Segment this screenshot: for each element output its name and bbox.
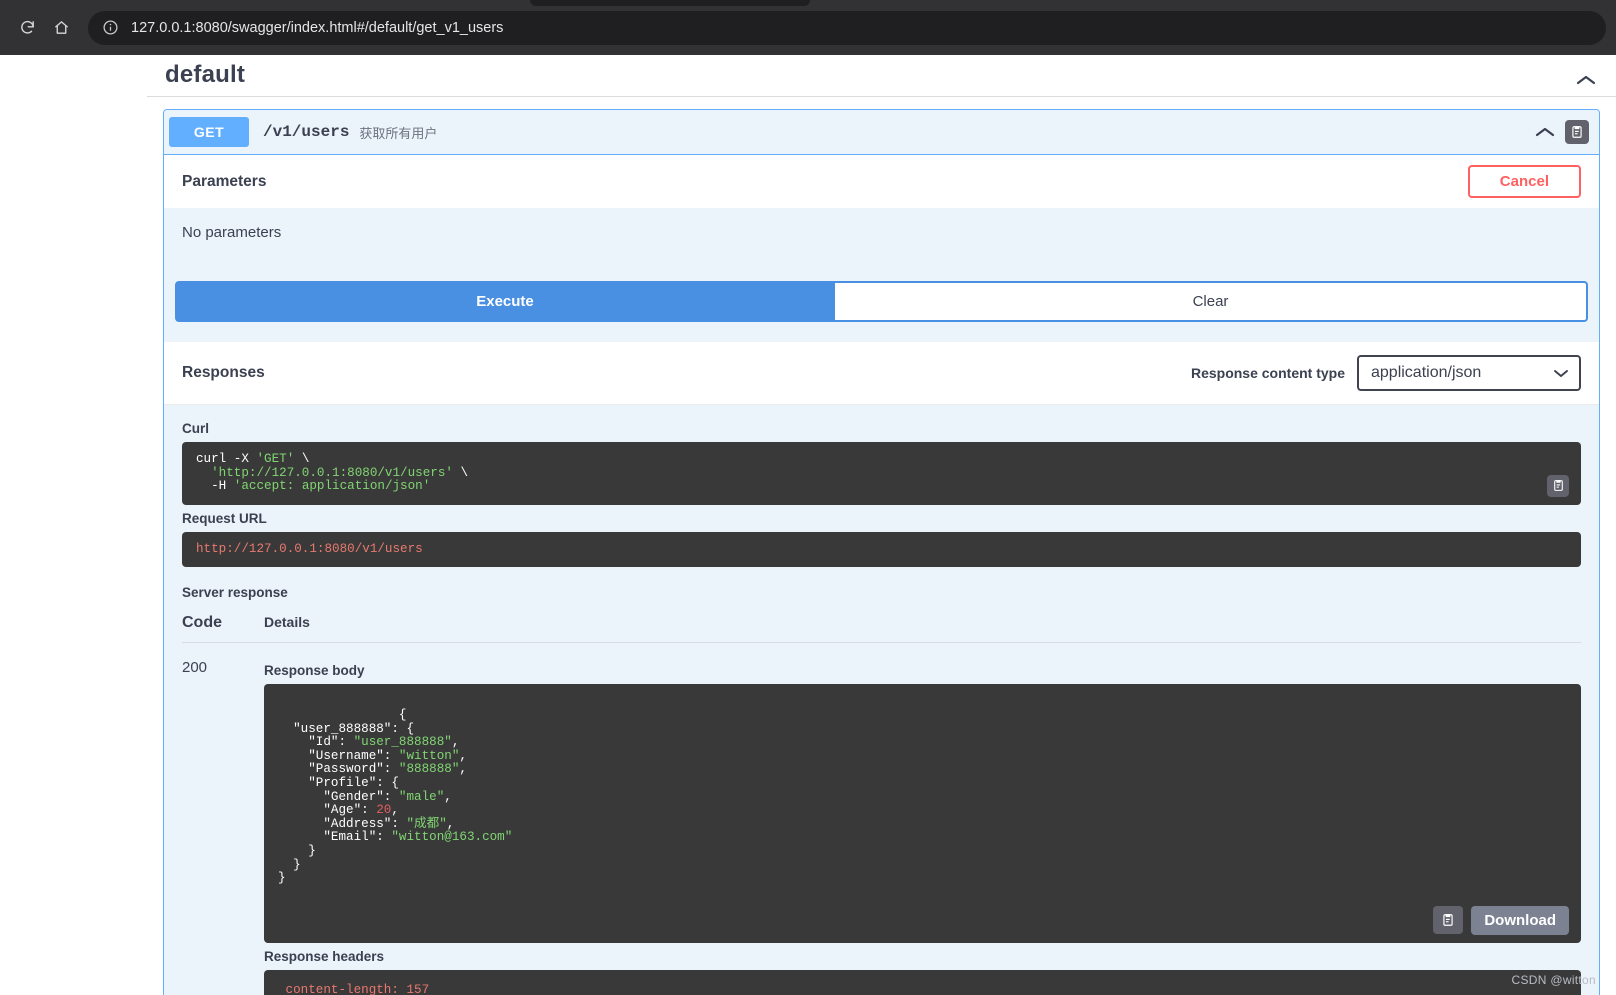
response-content-type-select[interactable]: application/json <box>1357 355 1581 391</box>
content-type-wrapper: Response content type application/json <box>1191 355 1581 391</box>
tag-header[interactable]: default <box>147 55 1616 97</box>
operation-summary[interactable]: GET /v1/users 获取所有用户 <box>164 110 1599 155</box>
chevron-up-icon[interactable] <box>1533 123 1557 141</box>
curl-line-2-string: 'http://127.0.0.1:8080/v1/users' <box>196 465 453 480</box>
swagger-ui: default GET /v1/users 获取所有用户 Parameters … <box>147 55 1616 995</box>
request-url-block: http://127.0.0.1:8080/v1/users <box>182 531 1581 568</box>
request-url-label: Request URL <box>182 510 267 526</box>
reload-icon[interactable] <box>10 11 44 45</box>
watermark: CSDN @witton <box>1511 973 1596 987</box>
column-header-code: Code <box>182 614 222 632</box>
download-button[interactable]: Download <box>1471 905 1569 935</box>
cancel-button[interactable]: Cancel <box>1467 165 1581 198</box>
response-code: 200 <box>182 659 208 677</box>
copy-to-clipboard-icon[interactable] <box>1565 120 1589 144</box>
clear-button[interactable]: Clear <box>835 281 1588 322</box>
page-canvas: default GET /v1/users 获取所有用户 Parameters … <box>0 55 1616 995</box>
response-body-label: Response body <box>264 663 365 679</box>
curl-line-1-string: 'GET' <box>256 452 295 466</box>
parameters-zone: No parameters <box>164 208 1599 281</box>
response-body-json: { "user_888888": { "Id": "user_888888", … <box>278 707 513 886</box>
curl-line-1-tail: \ <box>294 452 310 466</box>
responses-body-zone: Curl curl -X 'GET' \ 'http://127.0.0.1:8… <box>164 405 1599 995</box>
table-row: 200 Response body { "user_888888": { "Id… <box>182 643 1581 995</box>
responses-title: Responses <box>182 364 265 381</box>
operation-body: Parameters Cancel No parameters Execute … <box>164 155 1599 995</box>
response-headers-block: content-length: 157 content-type: applic… <box>264 969 1581 995</box>
execute-row: Execute Clear <box>164 281 1599 342</box>
curl-line-3-string: 'accept: application/json' <box>233 479 431 494</box>
operation-description: 获取所有用户 <box>359 125 438 141</box>
response-body-actions: Download <box>1433 905 1569 935</box>
response-table-header: Code Details <box>182 600 1581 644</box>
info-circle-icon[interactable] <box>102 19 119 36</box>
curl-label: Curl <box>182 421 209 436</box>
page-title: default <box>165 61 246 88</box>
response-details: Response body { "user_888888": { "Id": "… <box>264 657 1581 995</box>
operation-block-get-v1-users: GET /v1/users 获取所有用户 Parameters Cancel N… <box>163 109 1600 995</box>
chevron-down-icon <box>1553 368 1569 378</box>
home-icon[interactable] <box>44 11 78 45</box>
url-text: 127.0.0.1:8080/swagger/index.html#/defau… <box>131 19 504 36</box>
content-type-label: Response content type <box>1190 365 1345 381</box>
curl-line-3-flag: -H <box>196 479 234 494</box>
execute-button[interactable]: Execute <box>175 281 835 322</box>
parameters-title: Parameters <box>182 172 267 190</box>
responses-header: Responses Response content type applicat… <box>164 342 1599 405</box>
response-headers-text: content-length: 157 content-type: applic… <box>285 982 430 995</box>
response-headers-label: Response headers <box>264 948 385 964</box>
copy-to-clipboard-icon[interactable] <box>1547 474 1569 497</box>
copy-to-clipboard-icon[interactable] <box>1433 906 1464 935</box>
curl-line-1-cmd: curl -X <box>196 452 257 466</box>
content-type-value: application/json <box>1371 364 1482 381</box>
operation-path: /v1/users <box>263 123 350 141</box>
address-bar[interactable]: 127.0.0.1:8080/swagger/index.html#/defau… <box>88 10 1606 45</box>
curl-line-2-tail: \ <box>452 465 469 480</box>
operation-summary-actions <box>1533 120 1589 144</box>
http-method-badge: GET <box>169 117 249 147</box>
parameters-header: Parameters Cancel <box>164 155 1599 208</box>
request-url-value: http://127.0.0.1:8080/v1/users <box>196 541 423 556</box>
server-response-title: Server response <box>182 585 288 601</box>
browser-toolbar: 127.0.0.1:8080/swagger/index.html#/defau… <box>0 0 1616 55</box>
curl-code-block: curl -X 'GET' \ 'http://127.0.0.1:8080/v… <box>182 442 1581 505</box>
column-header-details: Details <box>264 614 310 631</box>
no-parameters-text: No parameters <box>182 224 282 241</box>
response-body-block: { "user_888888": { "Id": "user_888888", … <box>264 684 1581 943</box>
chevron-up-icon[interactable] <box>1574 71 1598 89</box>
